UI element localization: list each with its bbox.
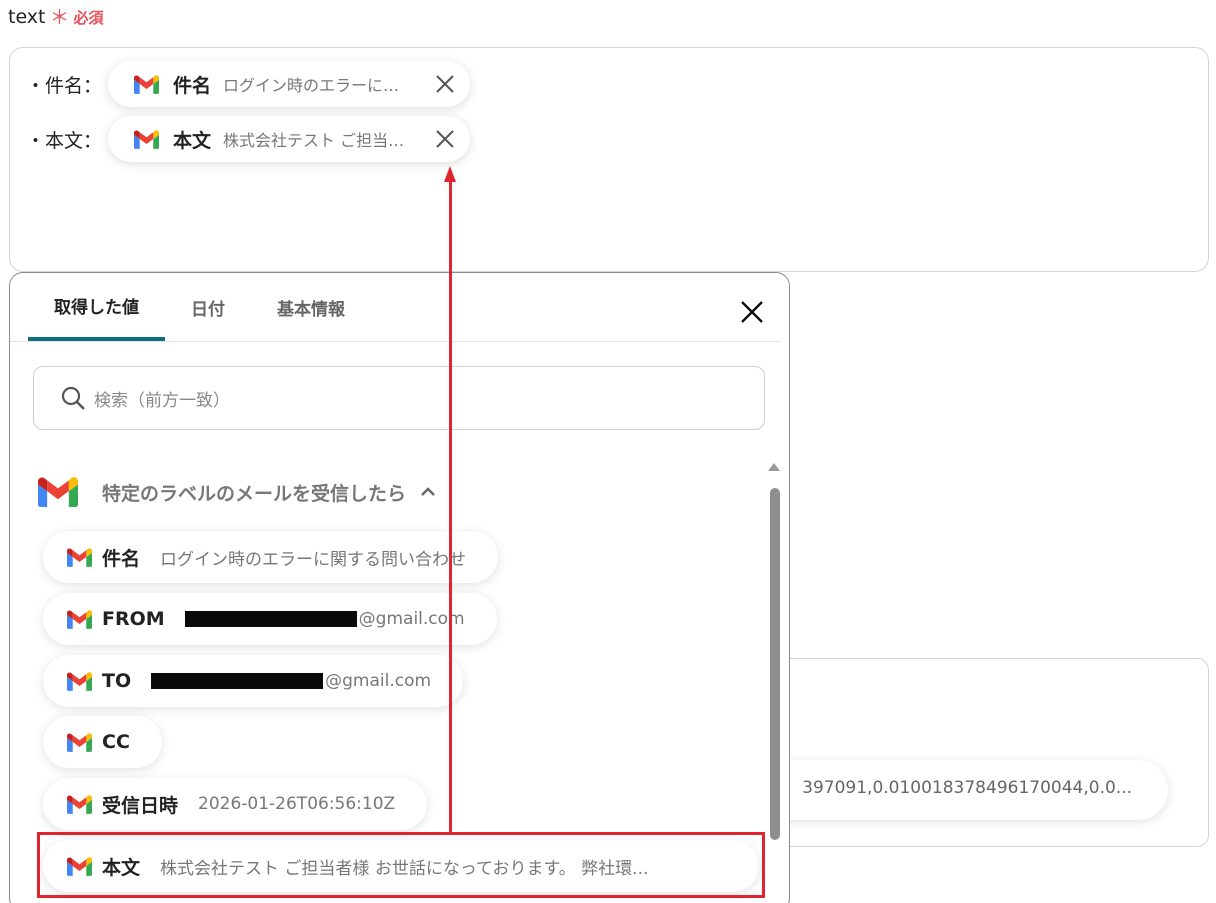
subject-tag-name: 件名 <box>173 74 212 97</box>
value-picker-popup: 取得した値 日付 基本情報 検索（前方一致） 特定のラベルのメールを受信したら … <box>9 272 790 903</box>
list-item-received-date[interactable]: 受信日時 2026-01-26T06:56:10Z <box>43 778 428 830</box>
chevron-up-icon[interactable] <box>418 482 438 502</box>
field-label-text: text <box>8 6 46 28</box>
item-name: 件名 <box>102 547 141 570</box>
item-value: 2026-01-26T06:56:10Z <box>198 794 396 814</box>
list-item-subject[interactable]: 件名 ログイン時のエラーに関する問い合わせ <box>43 531 499 583</box>
gmail-icon <box>67 857 92 876</box>
search-placeholder: 検索（前方一致） <box>94 390 230 411</box>
item-value: ログイン時のエラーに関する問い合わせ <box>160 549 467 570</box>
trigger-group-header[interactable]: 特定のラベルのメールを受信したら <box>38 477 438 507</box>
body-tag-name: 本文 <box>173 129 212 152</box>
search-input[interactable]: 検索（前方一致） <box>33 366 765 430</box>
close-icon[interactable] <box>738 298 766 326</box>
scroll-up-arrow[interactable] <box>768 461 780 471</box>
tab-retrieved-values[interactable]: 取得した値 <box>28 273 165 341</box>
subject-tag-value: ログイン時のエラーに関する問い合わせ <box>223 76 413 95</box>
item-name: 本文 <box>102 856 141 879</box>
tab-basic-info[interactable]: 基本情報 <box>251 273 371 341</box>
close-icon[interactable] <box>434 128 456 150</box>
body-tag-value: 株式会社テスト ご担当者様 お世話になっております。 弊社環... <box>223 131 414 150</box>
subject-tag-chip[interactable]: 件名 ログイン時のエラーに関する問い合わせ <box>108 61 470 107</box>
gmail-icon <box>67 733 92 752</box>
search-icon <box>61 386 85 410</box>
body-tag-chip[interactable]: 本文 株式会社テスト ご担当者様 お世話になっております。 弊社環... <box>108 116 470 162</box>
gmail-icon <box>67 795 92 814</box>
annotation-arrow-line <box>449 180 452 833</box>
group-title: 特定のラベルのメールを受信したら <box>102 482 407 505</box>
list-item-to[interactable]: TO @gmail.com <box>43 655 464 707</box>
background-chip-text: 397091,0.010018378496170044,0.0... <box>802 778 1132 798</box>
item-name: CC <box>102 731 130 753</box>
gmail-icon <box>67 548 92 567</box>
tab-divider <box>10 341 781 342</box>
list-item-body[interactable]: 本文 株式会社テスト ご担当者様 お世話になっております。 弊社環... <box>43 840 759 892</box>
list-item-cc[interactable]: CC <box>43 716 162 768</box>
list-item-from[interactable]: FROM @gmail.com <box>43 593 497 645</box>
required-asterisk: ＊ <box>49 5 70 29</box>
required-text: 必須 <box>73 8 104 27</box>
gmail-icon <box>67 610 92 629</box>
gmail-icon <box>67 672 92 691</box>
gmail-icon <box>134 130 159 149</box>
scrollbar-thumb[interactable] <box>770 488 780 840</box>
body-line-label: ・本文： <box>26 130 103 152</box>
gmail-icon <box>134 75 159 94</box>
item-name: 受信日時 <box>102 794 179 817</box>
field-label: text ＊ 必須 <box>8 6 104 28</box>
subject-line-label: ・件名： <box>26 75 103 97</box>
item-name: TO <box>102 670 132 692</box>
redaction-bar <box>151 673 324 689</box>
close-icon[interactable] <box>434 73 456 95</box>
item-value: @gmail.com <box>325 671 432 691</box>
gmail-icon <box>38 477 78 507</box>
tab-date[interactable]: 日付 <box>165 273 251 341</box>
item-name: FROM <box>102 608 165 630</box>
item-value: 株式会社テスト ご担当者様 お世話になっております。 弊社環... <box>160 858 649 879</box>
popup-tabs: 取得した値 日付 基本情報 <box>28 273 371 341</box>
redaction-bar <box>184 611 357 627</box>
annotation-arrow-head <box>444 166 456 182</box>
